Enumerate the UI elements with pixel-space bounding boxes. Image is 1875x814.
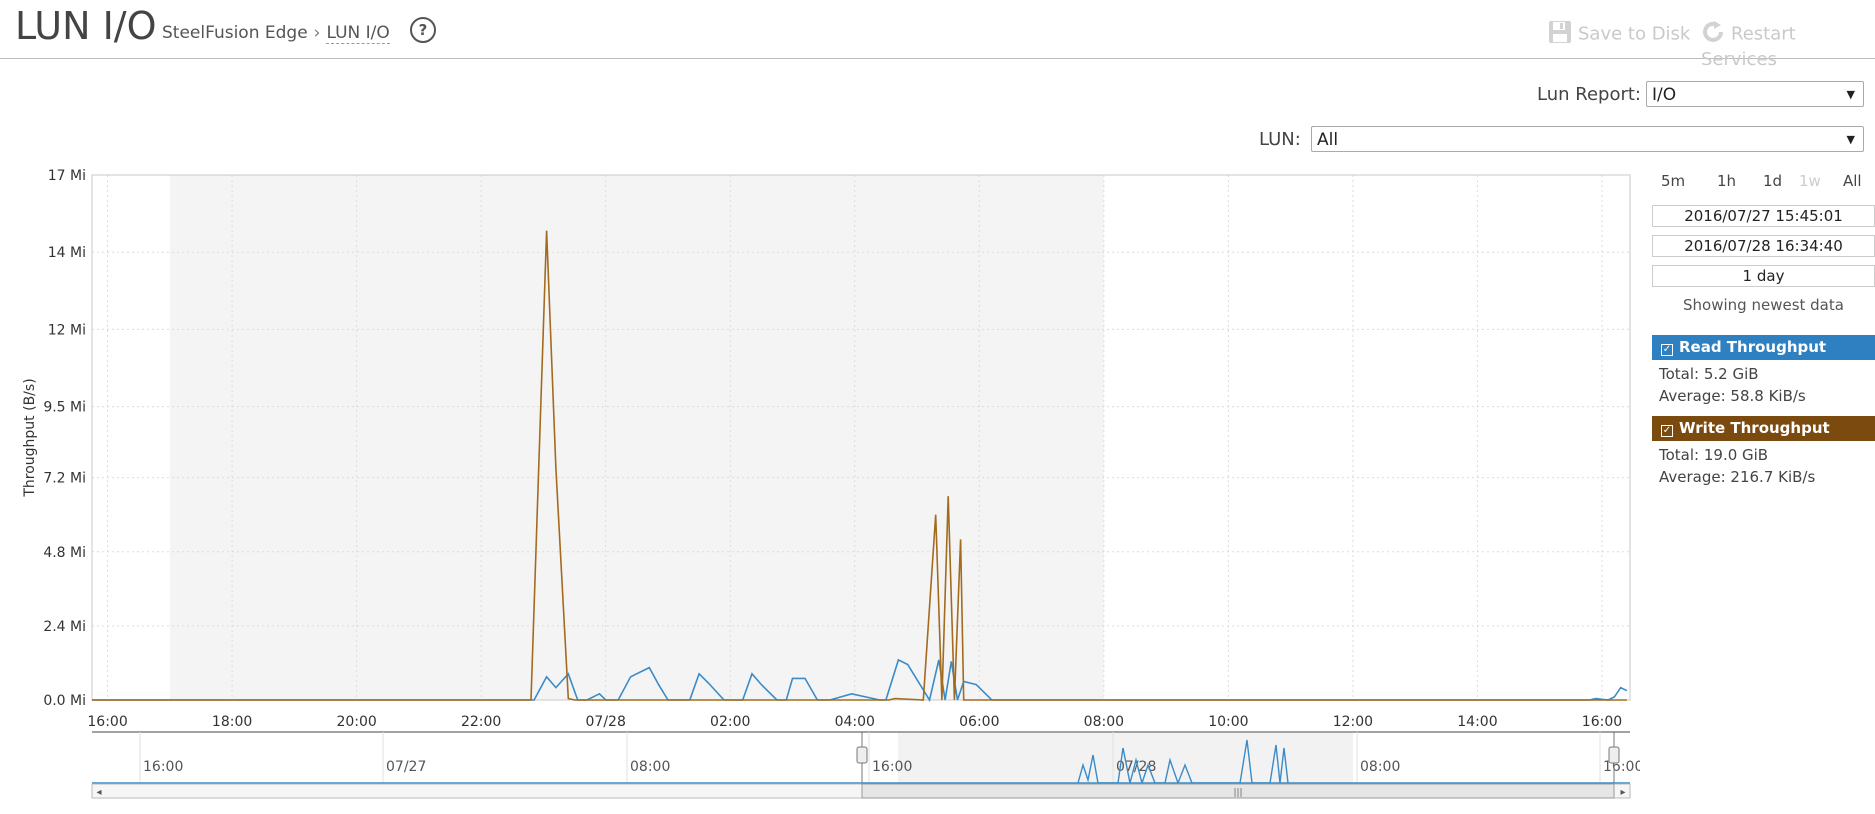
read-throughput-legend-toggle[interactable]: ✓ Read Throughput bbox=[1652, 335, 1875, 360]
range-button-1d[interactable]: 1d bbox=[1763, 172, 1782, 190]
help-icon[interactable]: ? bbox=[410, 17, 436, 43]
floppy-disk-icon bbox=[1548, 20, 1572, 49]
x-tick-label: 12:00 bbox=[1333, 714, 1373, 730]
lun-report-value: I/O bbox=[1652, 85, 1677, 105]
x-tick-label: 16:00 bbox=[1582, 714, 1622, 730]
data-status-text: Showing newest data bbox=[1683, 296, 1844, 314]
x-tick-label: 04:00 bbox=[835, 714, 875, 730]
y-tick-label: 17 Mi bbox=[48, 168, 86, 184]
x-tick-label: 02:00 bbox=[710, 714, 750, 730]
y-tick-label: 7.2 Mi bbox=[43, 471, 86, 487]
scroll-right-icon[interactable]: ▸ bbox=[1620, 787, 1625, 798]
lun-label: LUN: bbox=[1259, 129, 1301, 150]
checkbox-icon: ✓ bbox=[1661, 425, 1673, 437]
read-throughput-label: Read Throughput bbox=[1679, 338, 1827, 356]
write-throughput-legend-toggle[interactable]: ✓ Write Throughput bbox=[1652, 416, 1875, 441]
y-axis-label: Throughput (B/s) bbox=[22, 378, 38, 497]
range-button-1h[interactable]: 1h bbox=[1717, 172, 1736, 190]
x-tick-label: 14:00 bbox=[1457, 714, 1497, 730]
navigator-tick-label: 16:00 bbox=[143, 759, 183, 775]
end-time-field[interactable]: 2016/07/28 16:34:40 bbox=[1652, 235, 1875, 257]
x-tick-label: 16:00 bbox=[87, 714, 127, 730]
breadcrumb-parent[interactable]: SteelFusion Edge bbox=[162, 23, 308, 43]
navigator-tick-label: 16:00 bbox=[872, 759, 912, 775]
write-throughput-label: Write Throughput bbox=[1679, 419, 1830, 437]
y-tick-label: 14 Mi bbox=[48, 245, 86, 261]
read-total: Total: 5.2 GiB bbox=[1659, 365, 1759, 383]
chart-canvas: 16:00 18:00 20:00 22:00 07/28 02:00 04:00 06:00… bbox=[22, 168, 1643, 799]
x-tick-label: 06:00 bbox=[959, 714, 999, 730]
x-tick-label: 08:00 bbox=[1084, 714, 1124, 730]
navigator-left-handle[interactable] bbox=[856, 746, 868, 764]
restart-services-button[interactable]: Restart Services bbox=[1701, 20, 1875, 70]
x-tick-label: 22:00 bbox=[461, 714, 501, 730]
x-tick-label: 07/28 bbox=[586, 714, 626, 730]
x-tick-label: 20:00 bbox=[336, 714, 376, 730]
navigator-tick-label: 07/27 bbox=[386, 759, 426, 775]
y-tick-label: 9.5 Mi bbox=[43, 400, 86, 416]
navigator-right-handle[interactable] bbox=[1608, 746, 1620, 764]
navigator-tick-label: 08:00 bbox=[630, 759, 670, 775]
write-average: Average: 216.7 KiB/s bbox=[1659, 468, 1816, 486]
page-title: LUN I/O bbox=[15, 4, 157, 48]
lun-report-label: Lun Report: bbox=[1537, 84, 1641, 105]
checkbox-icon: ✓ bbox=[1661, 344, 1673, 356]
y-tick-label: 2.4 Mi bbox=[43, 619, 86, 635]
start-time-field[interactable]: 2016/07/27 15:45:01 bbox=[1652, 205, 1875, 227]
range-button-5m[interactable]: 5m bbox=[1661, 172, 1685, 190]
scroll-left-icon[interactable]: ◂ bbox=[96, 787, 101, 798]
page-header: LUN I/O SteelFusion Edge › LUN I/O ? Save … bbox=[0, 0, 1875, 70]
x-tick-label: 10:00 bbox=[1208, 714, 1248, 730]
y-tick-label: 4.8 Mi bbox=[43, 545, 86, 561]
y-tick-label: 12 Mi bbox=[48, 322, 86, 338]
navigator-tick-label: 08:00 bbox=[1360, 759, 1400, 775]
throughput-chart: 16:00 18:00 20:00 22:00 07/28 02:00 04:00 06:00… bbox=[0, 160, 1643, 814]
save-to-disk-label: Save to Disk bbox=[1578, 23, 1691, 45]
range-button-all[interactable]: All bbox=[1843, 172, 1862, 190]
chevron-down-icon: ▼ bbox=[1846, 88, 1855, 101]
lun-select[interactable]: All ▼ bbox=[1311, 126, 1864, 152]
lun-value: All bbox=[1317, 130, 1339, 150]
x-tick-label: 18:00 bbox=[212, 714, 252, 730]
breadcrumb: SteelFusion Edge › LUN I/O bbox=[162, 23, 390, 44]
y-tick-label: 0.0 Mi bbox=[43, 693, 86, 709]
selected-range-band bbox=[169, 175, 1104, 700]
scroll-grip-icon: ||| bbox=[1233, 788, 1242, 798]
save-to-disk-button[interactable]: Save to Disk bbox=[1548, 20, 1690, 49]
lun-report-select[interactable]: I/O ▼ bbox=[1646, 81, 1864, 107]
range-button-1w[interactable]: 1w bbox=[1799, 172, 1821, 190]
breadcrumb-separator-icon: › bbox=[313, 23, 321, 43]
read-average: Average: 58.8 KiB/s bbox=[1659, 387, 1806, 405]
refresh-icon bbox=[1701, 20, 1725, 49]
duration-field[interactable]: 1 day bbox=[1652, 265, 1875, 287]
breadcrumb-current[interactable]: LUN I/O bbox=[326, 23, 390, 44]
chevron-down-icon: ▼ bbox=[1846, 133, 1855, 146]
write-total: Total: 19.0 GiB bbox=[1659, 446, 1769, 464]
